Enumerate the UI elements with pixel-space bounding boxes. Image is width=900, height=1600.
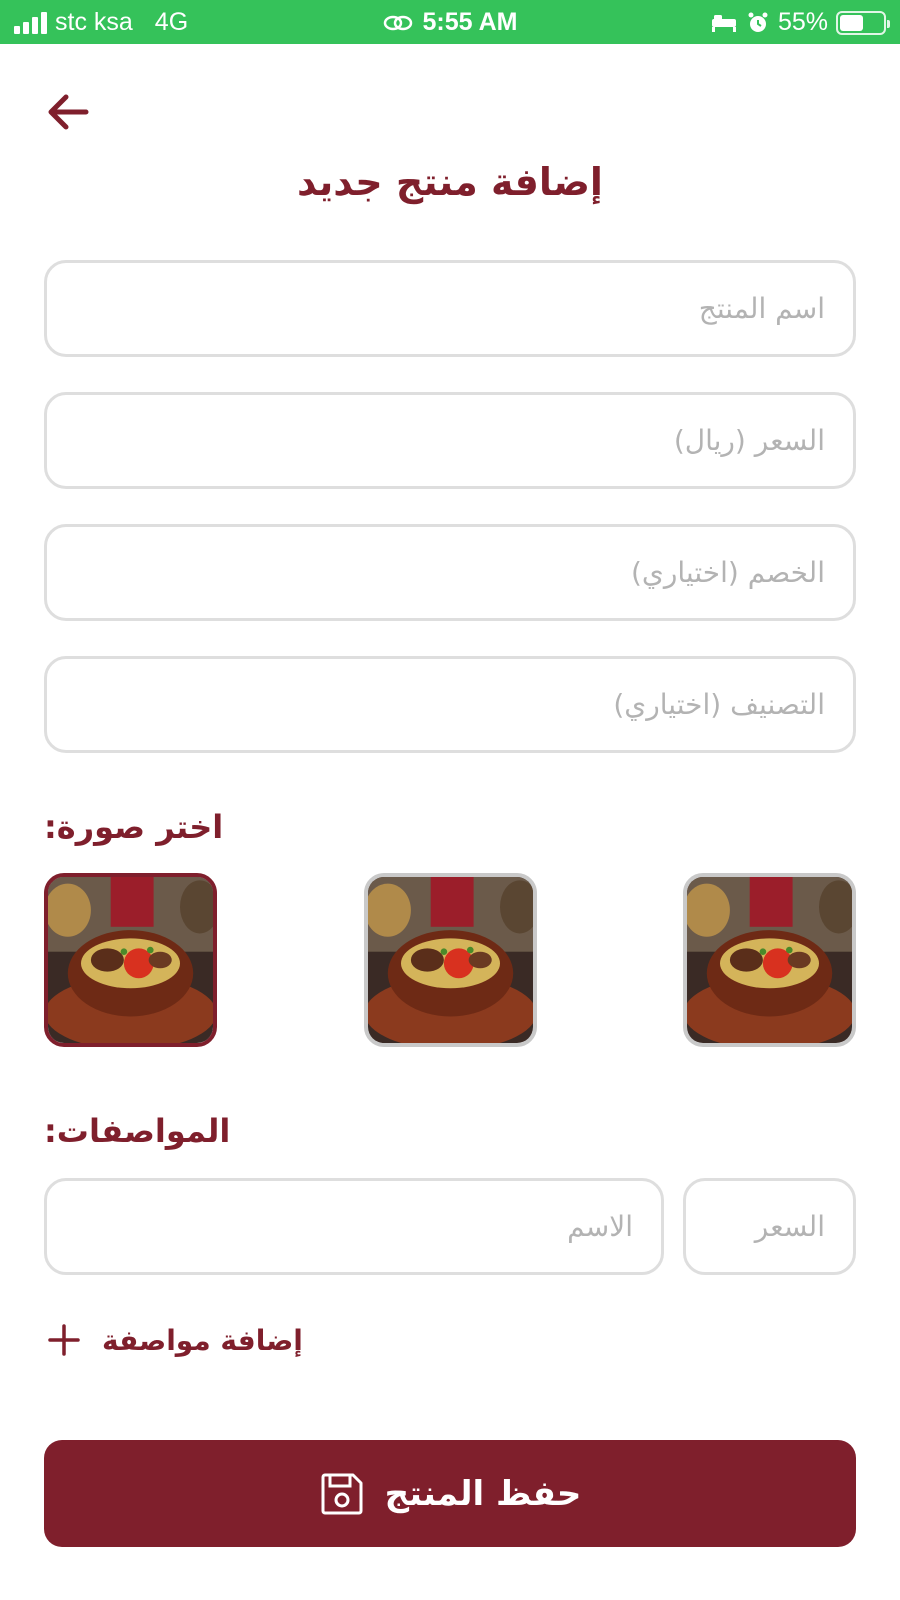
arrow-left-icon	[48, 94, 89, 130]
battery-icon	[836, 10, 890, 35]
product-name-input[interactable]	[47, 263, 853, 354]
clock-label: 5:55 AM	[422, 8, 518, 36]
spec-name-input[interactable]	[47, 1181, 661, 1272]
image-option-3[interactable]	[683, 873, 856, 1047]
spec-name-field	[44, 1178, 664, 1275]
page-title: إضافة منتج جديد	[297, 160, 603, 204]
bed-icon	[711, 14, 736, 32]
product-name-field	[44, 260, 856, 357]
spec-price-field	[683, 1178, 856, 1275]
specs-label: المواصفات:	[44, 1112, 231, 1150]
food-image	[48, 877, 213, 1043]
save-product-button[interactable]: حفظ المنتج	[44, 1440, 856, 1547]
image-picker-label: اختر صورة:	[44, 808, 224, 846]
discount-field	[44, 524, 856, 621]
battery-percent: 55%	[777, 8, 828, 36]
status-bar: stc ksa 4G 5:55 AM 55%	[0, 0, 900, 44]
alarm-icon	[748, 12, 768, 32]
category-field	[44, 656, 856, 753]
save-product-label: حفظ المنتج	[384, 1473, 582, 1514]
price-field	[44, 392, 856, 489]
floppy-disk-icon	[321, 1473, 363, 1514]
food-image	[368, 877, 533, 1043]
back-button[interactable]	[44, 90, 94, 134]
food-image	[687, 877, 852, 1043]
add-spec-button[interactable]: إضافة مواصفة	[44, 1320, 303, 1360]
image-option-2[interactable]	[364, 873, 537, 1047]
price-input[interactable]	[47, 395, 853, 486]
category-input[interactable]	[47, 659, 853, 750]
battery-fill	[840, 14, 864, 31]
discount-input[interactable]	[47, 527, 853, 618]
plus-icon	[48, 1324, 80, 1356]
link-icon	[383, 16, 412, 31]
image-option-1[interactable]	[44, 873, 217, 1047]
spec-price-input[interactable]	[686, 1181, 853, 1272]
add-spec-label: إضافة مواصفة	[102, 1323, 303, 1357]
status-bar-right: 55%	[710, 8, 890, 37]
